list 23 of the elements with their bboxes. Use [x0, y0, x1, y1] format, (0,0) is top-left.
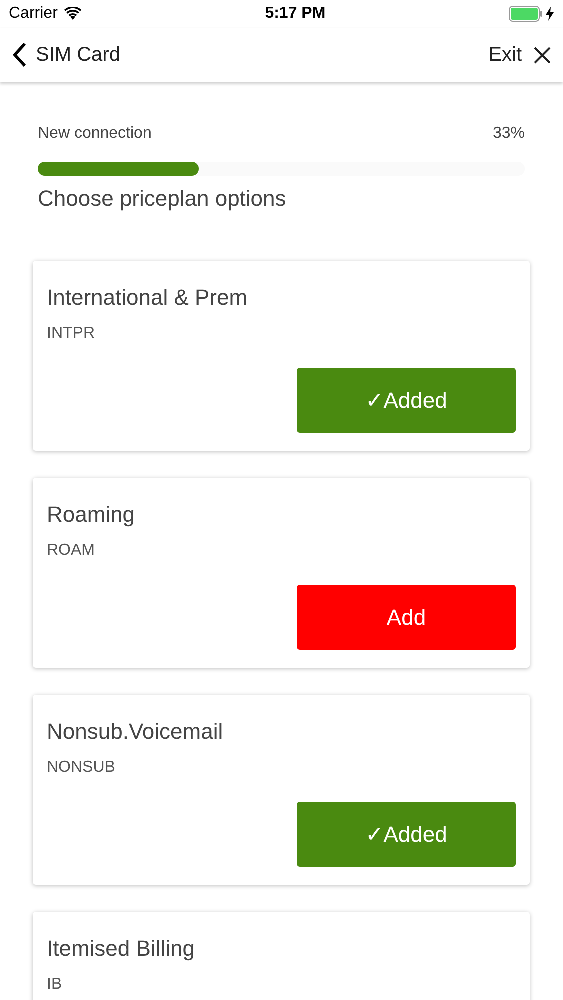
wifi-icon [64, 7, 82, 21]
option-name: Roaming [47, 501, 136, 529]
added-button[interactable]: ✓Added [297, 368, 516, 433]
step-title: Choose priceplan options [38, 185, 288, 213]
option-name: Itemised Billing [47, 935, 196, 963]
carrier-label: Carrier [9, 4, 58, 24]
clock-time: 5:17 PM [265, 4, 326, 24]
option-name: International & Prem [47, 284, 249, 312]
option-code: ROAM [47, 541, 96, 561]
progress-percent: 33% [492, 124, 525, 144]
back-button[interactable]: SIM Card [12, 40, 120, 70]
option-code: IB [47, 975, 64, 995]
battery-icon [508, 6, 543, 22]
add-button[interactable]: Add [297, 585, 516, 650]
close-icon [534, 46, 551, 64]
option-code: NONSUB [47, 758, 116, 778]
option-name: Nonsub.Voicemail [47, 718, 224, 746]
exit-button[interactable]: Exit [488, 40, 551, 70]
added-button[interactable]: ✓Added [297, 802, 516, 867]
progress-title: New connection [38, 124, 152, 144]
charging-icon [546, 7, 554, 21]
back-chevron-icon [12, 42, 28, 68]
option-code: INTPR [47, 324, 96, 344]
